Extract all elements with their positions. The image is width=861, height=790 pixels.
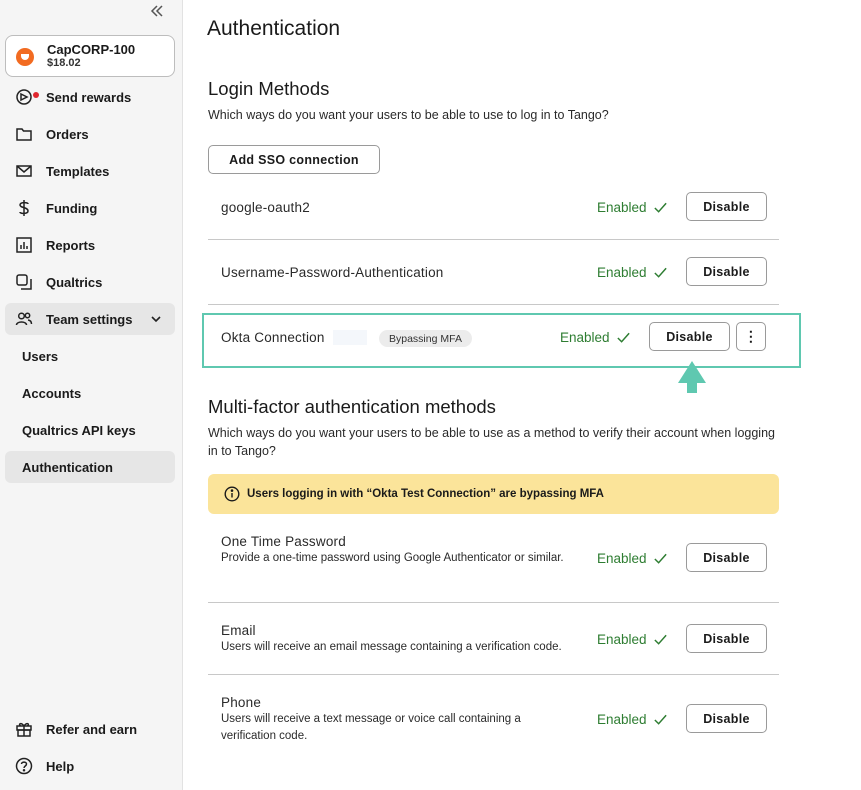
alert-text: Users logging in with “Okta Test Connect…	[247, 488, 604, 500]
qualtrics-icon	[14, 272, 34, 292]
sidebar-item-label: Reports	[46, 237, 96, 253]
mfa-method-description: Provide a one-time password using Google…	[221, 552, 564, 564]
sidebar-item-templates[interactable]: Templates	[5, 155, 175, 187]
sidebar-item-refer-and-earn[interactable]: Refer and earn	[5, 713, 175, 745]
account-balance: $18.02	[47, 57, 81, 69]
check-icon	[653, 714, 667, 725]
sidebar-item-help[interactable]: Help	[5, 750, 175, 782]
mfa-method-name: Email	[221, 623, 256, 638]
login-methods-description: Which ways do you want your users to be …	[208, 108, 609, 122]
status-enabled: Enabled	[597, 265, 668, 280]
sidebar-item-label: Refer and earn	[46, 721, 138, 737]
sidebar-item-label: Funding	[46, 200, 98, 216]
sidebar-subitem-qualtrics-api-keys[interactable]: Qualtrics API keys	[5, 414, 175, 446]
sidebar-subitem-users[interactable]: Users	[5, 340, 175, 372]
mfa-bypass-alert: Users logging in with “Okta Test Connect…	[208, 474, 779, 514]
check-icon	[616, 332, 630, 343]
arrow-up-icon	[678, 361, 706, 393]
sidebar-item-label: Templates	[46, 163, 110, 179]
check-icon	[653, 634, 667, 645]
check-icon	[653, 267, 667, 278]
folder-icon	[14, 124, 34, 144]
mfa-heading: Multi-factor authentication methods	[208, 396, 496, 417]
send-rewards-icon	[14, 87, 39, 107]
gift-icon	[14, 719, 34, 739]
mfa-method-name: One Time Password	[221, 534, 346, 549]
main-content: Authentication Login Methods Which ways …	[183, 0, 861, 790]
sidebar: CapCORP-100 $18.02 Send rewards Orders T…	[0, 0, 183, 790]
sidebar-item-reports[interactable]: Reports	[5, 229, 175, 261]
divider	[208, 239, 779, 240]
disable-google-oauth2-button[interactable]: Disable	[686, 192, 767, 221]
sidebar-item-label: Team settings	[46, 311, 133, 327]
login-methods-heading: Login Methods	[208, 78, 330, 99]
login-method-name: google-oauth2	[221, 200, 310, 215]
chart-icon	[14, 235, 34, 255]
sidebar-item-funding[interactable]: Funding	[5, 192, 175, 224]
info-icon	[224, 486, 240, 502]
collapse-icon[interactable]	[150, 4, 164, 22]
disable-phone-button[interactable]: Disable	[686, 704, 767, 733]
brand-logo-icon	[16, 48, 34, 66]
chevron-down-icon[interactable]	[149, 312, 163, 326]
login-method-name: Username-Password-Authentication	[221, 265, 444, 280]
sidebar-item-label: Send rewards	[46, 89, 132, 105]
kebab-icon[interactable]: ⋮	[736, 322, 766, 351]
disable-username-password-button[interactable]: Disable	[686, 257, 767, 286]
check-icon	[653, 202, 667, 213]
divider	[208, 304, 779, 305]
login-method-name: Okta Connection	[221, 330, 325, 345]
mfa-description: Which ways do you want your users to be …	[208, 426, 775, 458]
sidebar-subitem-accounts[interactable]: Accounts	[5, 377, 175, 409]
status-enabled: Enabled	[597, 712, 668, 727]
disable-otp-button[interactable]: Disable	[686, 543, 767, 572]
sidebar-item-qualtrics[interactable]: Qualtrics	[5, 266, 175, 298]
mfa-method-name: Phone	[221, 695, 262, 710]
sidebar-item-team-settings[interactable]: Team settings	[5, 303, 175, 335]
divider	[208, 602, 779, 603]
sidebar-item-label: Qualtrics	[46, 274, 103, 290]
sidebar-item-label: Help	[46, 758, 75, 774]
status-enabled: Enabled	[597, 200, 668, 215]
status-enabled: Enabled	[560, 330, 631, 345]
dollar-icon	[14, 198, 34, 218]
status-enabled: Enabled	[597, 551, 668, 566]
sidebar-item-label: Orders	[46, 126, 89, 142]
bypassing-mfa-badge: Bypassing MFA	[379, 330, 472, 347]
sidebar-item-orders[interactable]: Orders	[5, 118, 175, 150]
page-title: Authentication	[207, 17, 341, 40]
mfa-method-description: Users will receive a text message or voi…	[221, 713, 521, 742]
mail-icon	[14, 161, 34, 181]
team-icon	[14, 309, 34, 329]
check-icon	[653, 553, 667, 564]
redacted-text	[333, 330, 367, 345]
add-sso-connection-button[interactable]: Add SSO connection	[208, 145, 380, 174]
disable-email-button[interactable]: Disable	[686, 624, 767, 653]
status-enabled: Enabled	[597, 632, 668, 647]
sidebar-item-send-rewards[interactable]: Send rewards	[5, 81, 175, 113]
sidebar-subitem-authentication[interactable]: Authentication	[5, 451, 175, 483]
account-switcher[interactable]: CapCORP-100 $18.02	[5, 35, 175, 77]
disable-okta-connection-button[interactable]: Disable	[649, 322, 730, 351]
divider	[208, 674, 779, 675]
account-name: CapCORP-100	[47, 42, 136, 57]
mfa-method-description: Users will receive an email message cont…	[221, 641, 562, 653]
help-icon	[14, 756, 34, 776]
